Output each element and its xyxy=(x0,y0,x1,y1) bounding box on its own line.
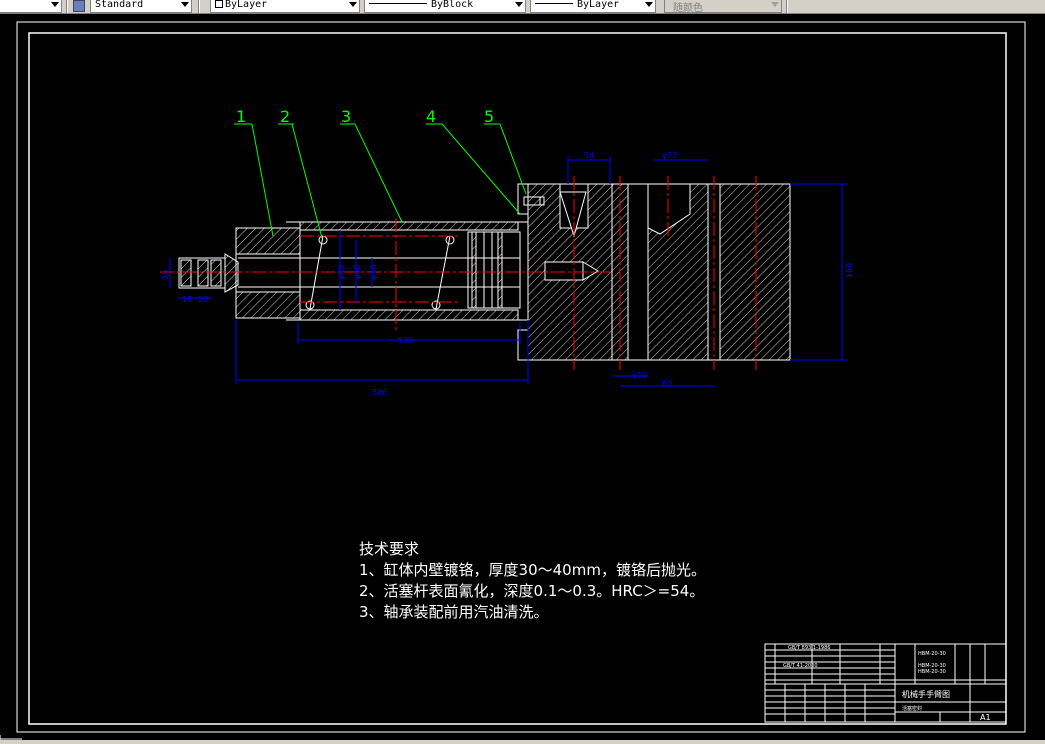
prev-dropdown[interactable] xyxy=(0,0,62,13)
tb-row-5: HBM-20-30 xyxy=(918,669,946,675)
tech-item-2: 2、活塞杆表面氰化，深度0.1～0.3。HRC＞=54。 xyxy=(359,582,705,600)
linetype-dropdown[interactable]: ByBlock xyxy=(364,0,526,13)
lineweight-dropdown[interactable]: ByLayer xyxy=(530,0,656,13)
balloon-1: 1 xyxy=(236,107,246,126)
color-value: ByLayer xyxy=(225,0,268,10)
chevron-down-icon[interactable] xyxy=(515,2,523,7)
dim-10: φ10 xyxy=(632,371,647,380)
plot-style-dropdown[interactable]: 随颜色 xyxy=(664,0,782,14)
checkbox-icon xyxy=(215,0,223,8)
toolbar-separator xyxy=(66,0,68,13)
chevron-down-icon[interactable] xyxy=(645,2,653,7)
line-sample-icon xyxy=(369,3,427,4)
dim-35: 35 xyxy=(161,270,170,280)
properties-toolbar: Standard ByLayer ByBlock ByLayer 随颜色 xyxy=(0,0,1045,14)
lineweight-value: ByLayer xyxy=(577,0,620,10)
barrel-top-wall xyxy=(299,221,519,231)
dim-16: φ16 xyxy=(369,265,378,280)
chevron-down-icon[interactable] xyxy=(349,2,357,7)
dim-34: 34 xyxy=(584,151,594,160)
barrel-bottom-wall xyxy=(299,309,519,321)
dim-85: φ85 xyxy=(337,265,346,280)
chevron-down-icon[interactable] xyxy=(181,2,189,7)
linetype-value: ByBlock xyxy=(431,0,474,10)
tb-row-2: GB/T 41-2000 xyxy=(783,663,818,669)
dim-150: 150 xyxy=(845,263,854,278)
dim-37: φ37 xyxy=(662,151,677,160)
tb-row-3: HBM-20-30 xyxy=(918,651,946,657)
sheet-size: A1 xyxy=(980,713,991,722)
toolbar-separator xyxy=(198,0,200,13)
tb-row-6: 活塞密封 xyxy=(902,705,922,712)
dim-20: 20 xyxy=(198,295,208,304)
text-style-value: Standard xyxy=(95,0,144,10)
status-bar xyxy=(0,740,1045,744)
sheet-outer-border xyxy=(16,21,1026,733)
balloon-4: 4 xyxy=(426,107,436,126)
balloon-labels: 1 2 3 4 5 xyxy=(236,107,494,126)
tech-item-3: 3、轴承装配前用汽油清洗。 xyxy=(359,603,549,621)
text-style-icon[interactable] xyxy=(73,0,85,12)
text-style-dropdown[interactable]: Standard xyxy=(90,0,192,13)
drawing-name: 机械手手臂图 xyxy=(902,689,950,699)
chevron-down-icon[interactable] xyxy=(51,2,59,7)
line-sample-icon xyxy=(535,3,573,4)
drawing-canvas[interactable]: 1 2 3 4 5 566 530 34 φ37 150 φ10 60 35 1… xyxy=(0,15,1045,740)
dim-530: 530 xyxy=(398,336,413,345)
dim-60-dia: φ60 xyxy=(353,265,362,280)
balloon-2: 2 xyxy=(280,107,290,126)
dim-60: 60 xyxy=(662,379,672,388)
technical-requirements: 技术要求 1、缸体内壁镀铬，厚度30～40mm，镀铬后抛光。 2、活塞杆表面氰化… xyxy=(359,539,706,623)
tb-row-1: GB/T 893.1-1986 xyxy=(788,645,830,651)
color-dropdown[interactable]: ByLayer xyxy=(210,0,360,13)
tech-title: 技术要求 xyxy=(359,540,420,558)
balloon-3: 3 xyxy=(341,107,351,126)
chevron-down-icon[interactable] xyxy=(771,2,779,7)
dim-18: 18 xyxy=(182,295,192,304)
toolbar-separator xyxy=(786,0,788,13)
title-block xyxy=(764,643,1007,723)
dim-566: 566 xyxy=(372,388,387,397)
tech-item-1: 1、缸体内壁镀铬，厚度30～40mm，镀铬后抛光。 xyxy=(359,561,706,579)
leader-lines xyxy=(234,123,527,239)
plot-style-value: 随颜色 xyxy=(673,3,703,14)
balloon-5: 5 xyxy=(484,107,494,126)
